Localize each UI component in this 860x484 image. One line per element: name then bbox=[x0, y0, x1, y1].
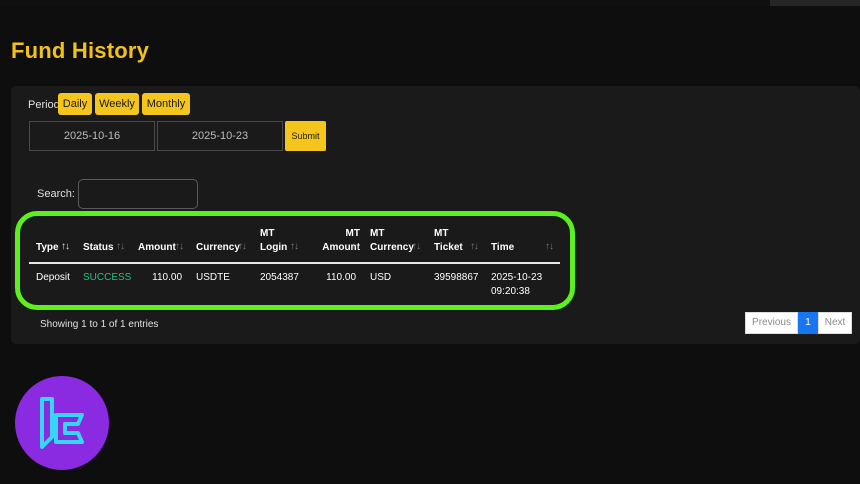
table-info: Showing 1 to 1 of 1 entries bbox=[40, 319, 159, 330]
sort-icon[interactable]: ↑↓ bbox=[470, 241, 479, 252]
header-divider bbox=[29, 262, 560, 264]
sort-icon[interactable]: ↑↓ bbox=[116, 241, 125, 252]
sort-icon[interactable]: ↑↓ bbox=[175, 241, 184, 252]
sort-asc-icon[interactable]: ↑↓ bbox=[61, 241, 70, 252]
cell-time: 2025-10-23 09:20:38 bbox=[491, 272, 543, 297]
column-amount-header[interactable]: Amount bbox=[138, 241, 176, 255]
column-type-header[interactable]: Type bbox=[36, 241, 59, 255]
period-monthly-button[interactable]: Monthly bbox=[142, 93, 190, 115]
cell-mt-login: 2054387 bbox=[260, 272, 299, 283]
period-daily-button[interactable]: Daily bbox=[58, 93, 92, 115]
column-mt-currency-header[interactable]: MT Currency bbox=[370, 227, 414, 255]
pagination: Previous 1 Next bbox=[745, 312, 852, 334]
column-currency-header[interactable]: Currency bbox=[196, 241, 240, 255]
cell-mt-currency: USD bbox=[370, 272, 392, 283]
brand-logo-icon bbox=[15, 376, 109, 470]
cell-currency: USDTE bbox=[196, 272, 230, 283]
cell-mt-ticket: 39598867 bbox=[434, 272, 479, 283]
previous-page-button[interactable]: Previous bbox=[745, 312, 798, 334]
cell-type: Deposit bbox=[36, 272, 70, 283]
top-strip bbox=[0, 0, 860, 6]
cell-status: SUCCESS bbox=[83, 272, 132, 283]
column-mt-ticket-header[interactable]: MT Ticket bbox=[434, 227, 470, 255]
sort-icon[interactable]: ↑↓ bbox=[412, 241, 421, 252]
submit-button[interactable]: Submit bbox=[285, 121, 326, 151]
sort-icon[interactable]: ↑↓ bbox=[545, 241, 554, 252]
page-title: Fund History bbox=[11, 38, 150, 63]
brand-logo-mark bbox=[40, 397, 84, 449]
sort-icon[interactable]: ↑↓ bbox=[351, 241, 360, 252]
sort-icon[interactable]: ↑↓ bbox=[290, 241, 299, 252]
sort-icon[interactable]: ↑↓ bbox=[238, 241, 247, 252]
next-page-button[interactable]: Next bbox=[818, 312, 852, 334]
cell-amount: 110.00 bbox=[152, 272, 182, 283]
search-label: Search: bbox=[37, 188, 75, 200]
date-to-input[interactable] bbox=[157, 121, 283, 151]
period-weekly-button[interactable]: Weekly bbox=[95, 93, 139, 115]
page-1-button[interactable]: 1 bbox=[798, 312, 818, 334]
date-from-input[interactable] bbox=[29, 121, 155, 151]
column-status-header[interactable]: Status bbox=[83, 241, 114, 255]
top-strip-bar bbox=[770, 0, 860, 6]
period-label: Period bbox=[28, 99, 60, 111]
cell-mt-amount: 110.00 bbox=[326, 272, 356, 283]
search-input[interactable] bbox=[78, 179, 198, 209]
column-time-header[interactable]: Time bbox=[491, 241, 514, 255]
